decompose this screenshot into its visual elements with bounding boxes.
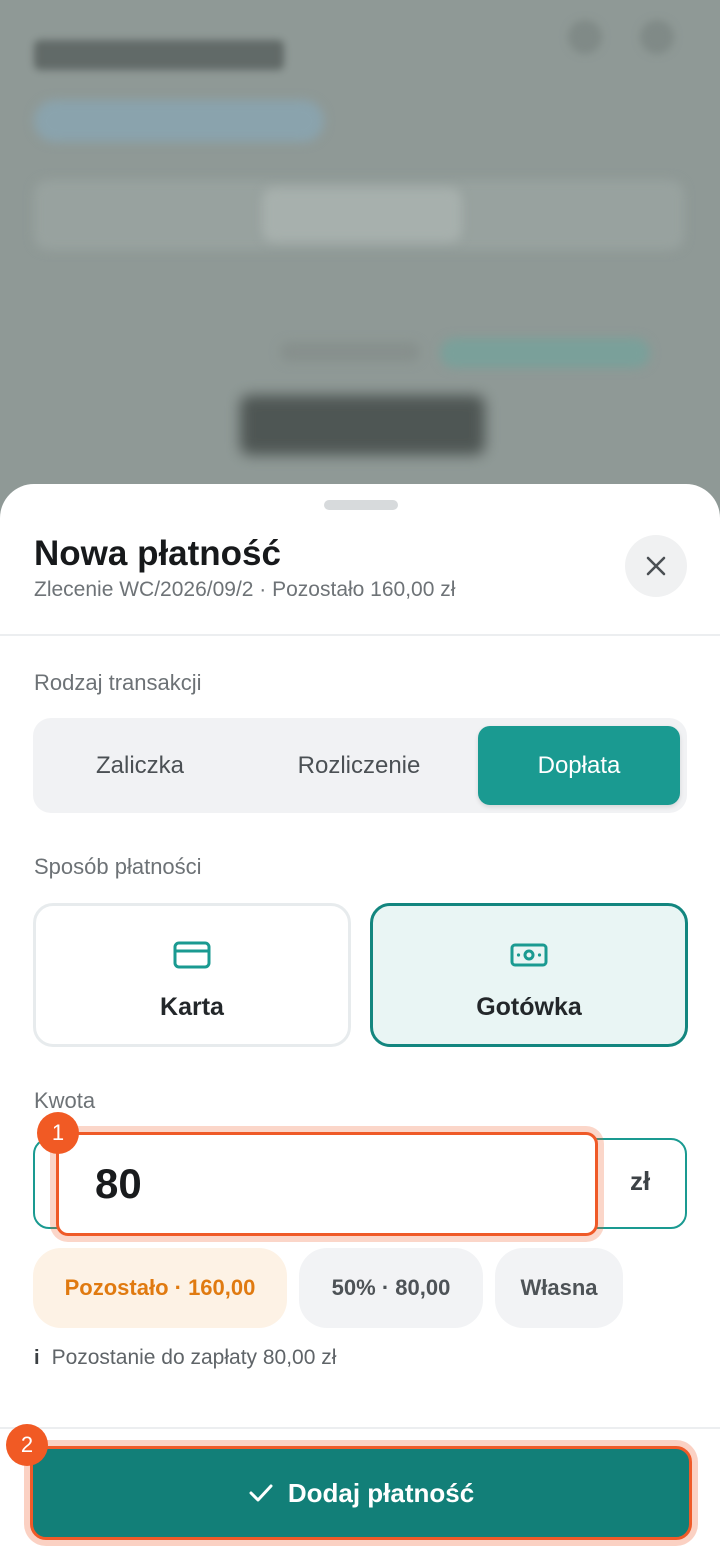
info-icon: i xyxy=(34,1346,40,1369)
payment-method-cash-label: Gotówka xyxy=(476,992,582,1021)
remaining-info: i Pozostanie do zapłaty 80,00 zł xyxy=(34,1346,336,1370)
payment-method-card-label: Karta xyxy=(160,992,224,1021)
sheet-subtitle: Zlecenie WC/2026/09/2 · Pozostało 160,00… xyxy=(34,578,456,601)
currency-suffix: zł xyxy=(630,1166,651,1196)
background-pill xyxy=(440,338,650,368)
payment-sheet: Nowa płatność Zlecenie WC/2026/09/2 · Po… xyxy=(0,484,720,1561)
preset-chip-half[interactable]: 50% · 80,00 xyxy=(299,1248,483,1328)
preset-chip-remaining[interactable]: Pozostało · 160,00 xyxy=(33,1248,287,1328)
step-badge-2: 2 xyxy=(6,1424,48,1466)
payment-method-label: Sposób płatności xyxy=(34,854,202,879)
segment-rozliczenie[interactable]: Rozliczenie xyxy=(259,726,459,805)
check-icon xyxy=(248,1482,274,1504)
background-amount xyxy=(240,395,485,455)
background-chip xyxy=(34,100,324,142)
background-title xyxy=(34,40,284,70)
amount-label: Kwota xyxy=(34,1088,96,1113)
add-payment-button[interactable]: Dodaj płatność xyxy=(30,1446,692,1540)
transaction-type-segmented-control: Zaliczka Rozliczenie Dopłata xyxy=(33,718,687,813)
segment-zaliczka[interactable]: Zaliczka xyxy=(41,726,239,805)
amount-input[interactable] xyxy=(56,1132,598,1236)
background-icon xyxy=(568,20,602,54)
payment-method-card[interactable]: Karta xyxy=(33,903,351,1047)
transaction-type-label: Rodzaj transakcji xyxy=(34,670,202,695)
remaining-info-text: Pozostanie do zapłaty 80,00 zł xyxy=(51,1346,337,1369)
step-badge-1: 1 xyxy=(37,1112,79,1154)
sheet-title: Nowa płatność xyxy=(34,534,281,573)
drag-handle[interactable] xyxy=(324,500,398,510)
close-button[interactable] xyxy=(625,535,687,597)
add-payment-button-label: Dodaj płatność xyxy=(287,1477,475,1508)
close-icon xyxy=(646,556,666,576)
footer-divider xyxy=(0,1427,720,1429)
background-segment-item xyxy=(262,188,462,242)
header-divider xyxy=(0,634,720,636)
payment-method-cash[interactable]: Gotówka xyxy=(370,903,688,1047)
credit-card-icon xyxy=(172,937,212,973)
background-icon xyxy=(640,20,674,54)
background-app xyxy=(0,0,720,520)
cash-icon xyxy=(509,937,549,973)
preset-chip-custom[interactable]: Własna xyxy=(495,1248,623,1328)
segment-doplata[interactable]: Dopłata xyxy=(478,726,680,805)
background-label xyxy=(280,342,420,362)
